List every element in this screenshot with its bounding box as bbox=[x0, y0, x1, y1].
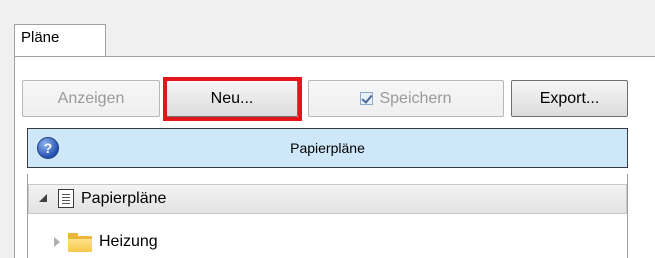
save-button-label: Speichern bbox=[379, 89, 452, 107]
collapsed-arrow-icon[interactable] bbox=[54, 237, 60, 247]
tab-strip: Pläne bbox=[0, 0, 655, 57]
papierplaene-header: ? Papierpläne bbox=[27, 128, 628, 168]
help-icon[interactable]: ? bbox=[37, 137, 59, 159]
export-button-label: Export... bbox=[539, 89, 600, 107]
tree-item-label: Papierpläne bbox=[81, 190, 167, 207]
expand-arrow-icon[interactable] bbox=[39, 194, 47, 202]
save-button[interactable]: Speichern bbox=[308, 80, 504, 117]
save-checkbox-icon bbox=[360, 92, 374, 105]
tree-item-heizung[interactable]: Heizung bbox=[28, 228, 627, 258]
show-button-label: Anzeigen bbox=[57, 89, 125, 107]
document-icon bbox=[58, 189, 74, 208]
tree-item-papierplaene[interactable]: Papierpläne bbox=[28, 184, 627, 214]
new-button-highlight bbox=[163, 77, 302, 121]
header-title: Papierpläne bbox=[290, 140, 365, 156]
export-button[interactable]: Export... bbox=[511, 80, 628, 117]
show-button[interactable]: Anzeigen bbox=[22, 80, 160, 117]
plans-tree: Papierpläne Heizung bbox=[27, 174, 628, 258]
folder-icon bbox=[68, 233, 92, 252]
tree-item-label: Heizung bbox=[99, 233, 158, 250]
tab-plaene[interactable]: Pläne bbox=[14, 24, 106, 57]
